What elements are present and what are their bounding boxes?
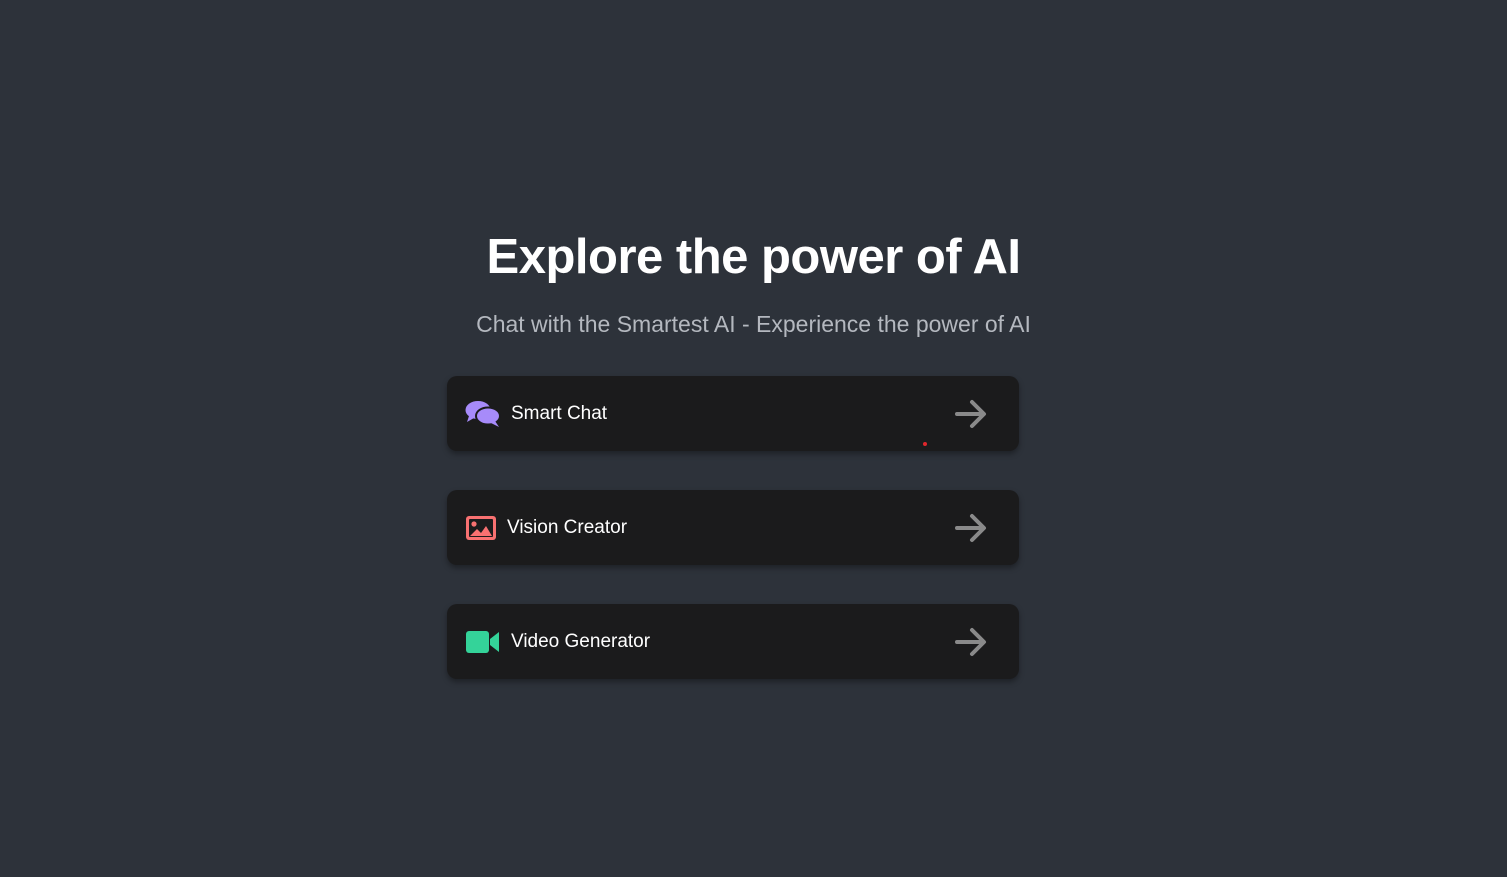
- smart-chat-card[interactable]: Smart Chat: [447, 376, 1019, 451]
- video-camera-icon: [465, 626, 501, 658]
- vision-creator-card[interactable]: Vision Creator: [447, 490, 1019, 565]
- chat-bubbles-icon: [465, 398, 501, 430]
- arrow-right-icon: [953, 624, 989, 660]
- smart-chat-label: Smart Chat: [511, 402, 608, 424]
- video-generator-label: Video Generator: [511, 630, 651, 652]
- arrow-right-icon: [953, 510, 989, 546]
- video-generator-card[interactable]: Video Generator: [447, 604, 1019, 679]
- vision-creator-label: Vision Creator: [507, 516, 628, 538]
- cursor-dot: [923, 442, 927, 446]
- landing-page: Explore the power of AI Chat with the Sm…: [0, 0, 1507, 877]
- page-title: Explore the power of AI: [486, 230, 1021, 284]
- page-subtitle: Chat with the Smartest AI - Experience t…: [476, 311, 1031, 337]
- image-icon: [465, 512, 497, 544]
- arrow-right-icon: [953, 396, 989, 432]
